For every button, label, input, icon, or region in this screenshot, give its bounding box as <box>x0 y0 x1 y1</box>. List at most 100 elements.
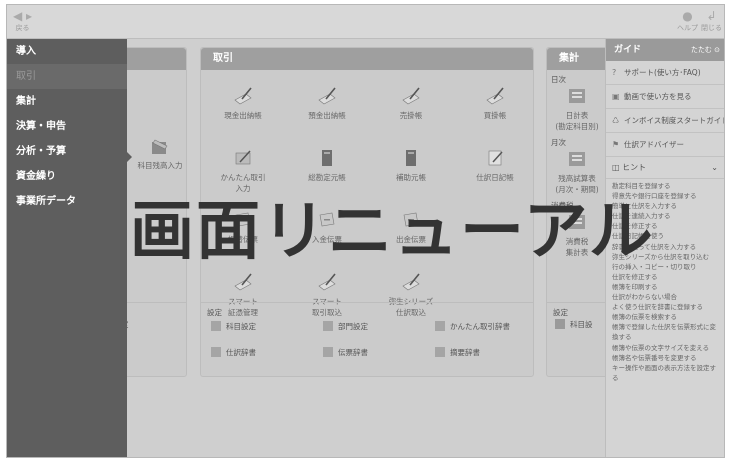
sidebar-menu: 導入 取引 集計 決算・申告 分析・予算 資金繰り 事業所データ <box>7 39 127 214</box>
pen-book-icon <box>234 87 252 105</box>
chevron-right-icon: ⊙ <box>714 46 720 54</box>
tile-label: かんたん取引 入力 <box>220 173 266 193</box>
settings-item-label: 科目設定 <box>226 322 256 331</box>
guide-title: ガイド <box>614 45 642 55</box>
section-monthly: 月次 <box>551 138 566 147</box>
pen-book-icon <box>318 87 336 105</box>
summary-settings-label: 科目設 <box>570 320 593 329</box>
renewal-banner: 画面リニューアル <box>130 195 655 269</box>
guide-link-label: インボイス制度スタートガイド <box>624 116 725 125</box>
pen-book-icon <box>486 87 504 105</box>
guide-link[interactable]: ? サポート(使い方･FAQ) <box>606 61 724 85</box>
hint-link[interactable]: 帳簿の伝票を検索する <box>612 312 724 322</box>
sidebar-item[interactable]: 決算・申告 <box>7 114 127 139</box>
tile-label: 補助元帳 <box>396 173 426 182</box>
settings-title: 設定 <box>207 308 222 317</box>
sidebar-item[interactable]: 分析・予算 <box>7 139 127 164</box>
dictionary-icon <box>435 347 445 357</box>
sidebar-item[interactable]: 集計 <box>7 89 127 114</box>
sidebar-pointer <box>127 152 132 162</box>
hint-title: ヒント <box>622 163 647 172</box>
hint-header[interactable]: ◫ ヒント ⌄ <box>606 157 724 179</box>
settings-item-label: 部門設定 <box>338 322 368 331</box>
question-icon: ? <box>612 68 617 77</box>
settings-item[interactable]: 科目設定 <box>211 321 256 332</box>
sidebar: 導入 取引 集計 決算・申告 分析・予算 資金繰り 事業所データ <box>7 39 127 457</box>
close-button[interactable]: ↲ 閉じる <box>701 9 722 33</box>
hint-link[interactable]: 帳簿で登録した仕訳を伝票形式に変換する <box>612 322 722 342</box>
transaction-tile[interactable]: 補助元帳 <box>369 148 453 183</box>
transaction-tile[interactable]: 総勘定元帳 <box>285 148 369 183</box>
panel-title: 取引 <box>201 48 533 70</box>
sidebar-item[interactable]: 取引 <box>7 64 127 89</box>
hint-link[interactable]: 勘定科目を登録する <box>612 181 724 191</box>
close-button-label: 閉じる <box>701 24 722 32</box>
guide-links: ? サポート(使い方･FAQ) ▣ 動画で使い方を見る ♺ インボイス制度スタートガイド ⚑… <box>606 61 725 157</box>
guide-collapse-label: たたむ <box>690 46 712 54</box>
tile-label: 現金出納帳 <box>224 111 262 120</box>
guide-collapse-button[interactable]: たたむ ⊙ <box>691 39 720 61</box>
video-icon: ▣ <box>612 92 620 101</box>
hint-link[interactable]: 仕訳を修正する <box>612 272 724 282</box>
transaction-tile[interactable]: 現金出納帳 <box>201 86 285 121</box>
dictionary-icon <box>435 321 445 331</box>
hint-link[interactable]: 帳簿を印刷する <box>612 282 724 292</box>
transaction-tile[interactable]: 買掛帳 <box>453 86 537 121</box>
smart-import-icon <box>318 273 336 291</box>
settings-item[interactable]: 摘要辞書 <box>435 347 480 358</box>
guide-link[interactable]: ⚑ 仕訳アドバイザー <box>606 133 724 157</box>
sidebar-item[interactable]: 事業所データ <box>7 189 127 214</box>
hint-link[interactable]: 仕訳がわからない場合 <box>612 292 724 302</box>
journal-icon <box>488 150 503 166</box>
help-button-label: ヘルプ <box>677 24 698 32</box>
sidebar-item[interactable]: 導入 <box>7 39 127 64</box>
summary-settings-item[interactable]: 科目設 <box>555 319 593 330</box>
guide-link-label: 仕訳アドバイザー <box>624 140 684 149</box>
invoice-icon: ♺ <box>612 116 620 125</box>
transaction-tile[interactable]: かんたん取引 入力 <box>201 148 285 194</box>
sidebar-item[interactable]: 資金繰り <box>7 164 127 189</box>
section-daily: 日次 <box>551 75 566 84</box>
settings-item[interactable]: 部門設定 <box>323 321 368 332</box>
ledger-icon <box>322 150 332 166</box>
guide-link-label: サポート(使い方･FAQ) <box>624 68 701 77</box>
tile-label: 仕訳日記帳 <box>476 173 514 182</box>
guide-link[interactable]: ▣ 動画で使い方を見る <box>606 85 724 109</box>
settings-title: 設定 <box>553 308 568 317</box>
hint-link[interactable]: 帳簿や伝票の文字サイズを変える <box>612 343 722 353</box>
settings-item[interactable]: 伝票辞書 <box>323 347 368 358</box>
report-icon <box>569 152 585 166</box>
guide-header: ガイド たたむ ⊙ <box>606 39 724 61</box>
close-icon: ↲ <box>706 9 717 23</box>
back-button-label: 戻る <box>15 24 30 32</box>
toolbar: ◀ ▸ 戻る ● ヘルプ ↲ 閉じる <box>7 5 724 39</box>
tile-label: 総勘定元帳 <box>308 173 346 182</box>
transaction-tile[interactable]: 売掛帳 <box>369 86 453 121</box>
department-settings-icon <box>323 321 333 331</box>
help-icon: ● <box>682 9 693 23</box>
settings-item[interactable]: かんたん取引辞書 <box>435 321 510 332</box>
hint-link[interactable]: よく使う仕訳を辞書に登録する <box>612 302 724 312</box>
book-icon: ◫ <box>612 163 620 172</box>
tile-label: 売掛帳 <box>399 111 423 120</box>
back-arrow-icon: ◀ ▸ <box>13 9 33 23</box>
account-settings-icon <box>211 321 221 331</box>
guide-link-label: 動画で使い方を見る <box>624 92 692 101</box>
guide-link[interactable]: ♺ インボイス制度スタートガイド <box>606 109 725 133</box>
ledger-icon <box>406 150 416 166</box>
import-icon <box>402 273 420 291</box>
settings-item-label: 摘要辞書 <box>450 348 480 357</box>
back-button[interactable]: ◀ ▸ 戻る <box>13 9 32 33</box>
transaction-tile[interactable]: 預金出納帳 <box>285 86 369 121</box>
hint-link[interactable]: 帳簿名や伝票番号を変更する <box>612 353 724 363</box>
easy-entry-icon <box>235 150 251 165</box>
flag-icon: ⚑ <box>612 140 620 149</box>
settings-item-label: かんたん取引辞書 <box>450 322 510 331</box>
settings-item-label: 伝票辞書 <box>338 348 368 357</box>
hint-link[interactable]: キー操作や画面の表示方法を設定する <box>612 363 722 383</box>
settings-item[interactable]: 仕訳辞書 <box>211 347 256 358</box>
settings-item-label: 仕訳辞書 <box>226 348 256 357</box>
smart-doc-icon <box>234 273 252 291</box>
help-button[interactable]: ● ヘルプ <box>677 9 698 33</box>
transaction-tile[interactable]: 仕訳日記帳 <box>453 148 537 183</box>
